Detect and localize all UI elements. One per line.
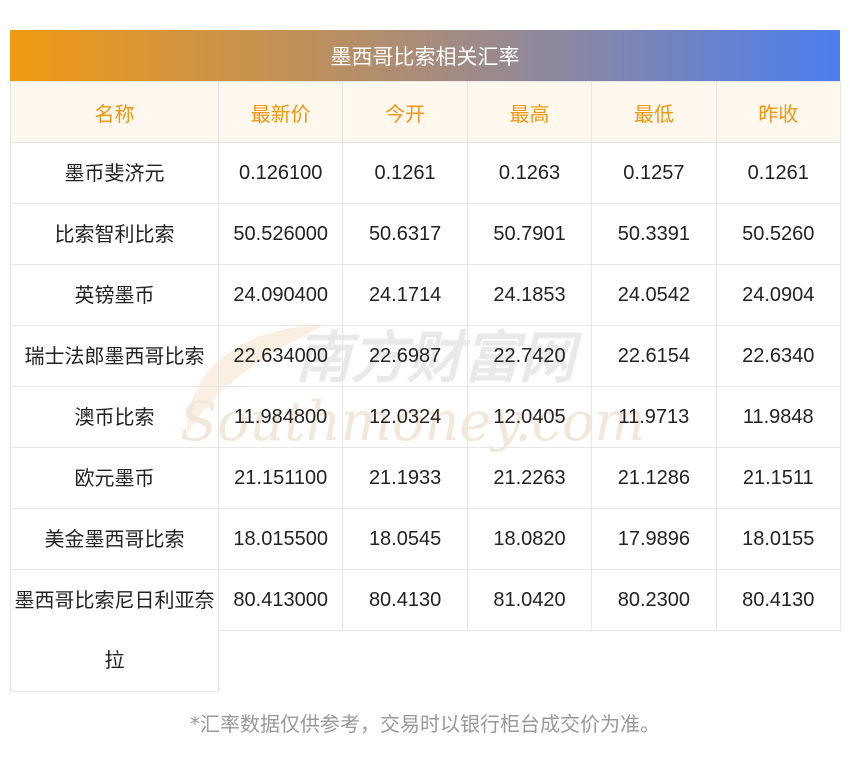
low-price: 21.1286 [591, 447, 717, 509]
disclaimer-note: *汇率数据仅供参考，交易时以银行柜台成交价为准。 [190, 712, 660, 736]
prev-close: 18.0155 [715, 508, 841, 570]
col-header-latest: 最新价 [217, 81, 344, 143]
col-header-name: 名称 [10, 81, 219, 143]
open-price: 50.6317 [342, 203, 468, 265]
latest-price: 21.151100 [217, 447, 344, 509]
currency-name: 瑞士法郎墨西哥比索 [10, 325, 219, 387]
table-row: 比索智利比索 50.526000 50.6317 50.7901 50.3391… [10, 203, 841, 265]
latest-price: 0.126100 [217, 142, 344, 204]
currency-name: 欧元墨币 [10, 447, 219, 509]
low-price: 11.9713 [591, 386, 717, 448]
high-price: 0.1263 [466, 142, 593, 204]
table-title-banner: 墨西哥比索相关汇率 [10, 30, 840, 81]
header-row: 名称 最新价 今开 最高 最低 昨收 [10, 81, 841, 143]
col-header-prev-close: 昨收 [715, 81, 841, 143]
table-row: 墨币斐济元 0.126100 0.1261 0.1263 0.1257 0.12… [10, 142, 841, 204]
col-header-open: 今开 [342, 81, 468, 143]
col-header-low: 最低 [591, 81, 717, 143]
prev-close: 24.0904 [715, 264, 841, 326]
prev-close: 80.4130 [715, 569, 841, 631]
currency-name: 比索智利比索 [10, 203, 219, 265]
table-row: 美金墨西哥比索 18.015500 18.0545 18.0820 17.989… [10, 508, 841, 570]
open-price: 0.1261 [342, 142, 468, 204]
high-price: 50.7901 [466, 203, 593, 265]
open-price: 24.1714 [342, 264, 468, 326]
latest-price: 24.090400 [217, 264, 344, 326]
high-price: 22.7420 [466, 325, 593, 387]
currency-name: 墨西哥比索尼日利亚奈拉 [10, 569, 219, 692]
currency-name: 英镑墨币 [10, 264, 219, 326]
prev-close: 11.9848 [715, 386, 841, 448]
table-title: 墨西哥比索相关汇率 [330, 44, 520, 69]
col-header-high: 最高 [466, 81, 593, 143]
low-price: 24.0542 [591, 264, 717, 326]
high-price: 18.0820 [466, 508, 593, 570]
prev-close: 0.1261 [715, 142, 841, 204]
low-price: 0.1257 [591, 142, 717, 204]
currency-name: 澳币比索 [10, 386, 219, 448]
low-price: 50.3391 [591, 203, 717, 265]
open-price: 21.1933 [342, 447, 468, 509]
latest-price: 80.413000 [217, 569, 344, 631]
low-price: 22.6154 [591, 325, 717, 387]
low-price: 17.9896 [591, 508, 717, 570]
latest-price: 50.526000 [217, 203, 344, 265]
open-price: 80.4130 [342, 569, 468, 631]
open-price: 18.0545 [342, 508, 468, 570]
table-row: 墨西哥比索尼日利亚奈拉 80.413000 80.4130 81.0420 80… [10, 569, 841, 692]
high-price: 81.0420 [466, 569, 593, 631]
open-price: 22.6987 [342, 325, 468, 387]
currency-name: 墨币斐济元 [10, 142, 219, 204]
table-row: 澳币比索 11.984800 12.0324 12.0405 11.9713 1… [10, 386, 841, 448]
high-price: 12.0405 [466, 386, 593, 448]
latest-price: 18.015500 [217, 508, 344, 570]
table-row: 欧元墨币 21.151100 21.1933 21.2263 21.1286 2… [10, 447, 841, 509]
empty-cell [218, 630, 841, 691]
exchange-rate-table: 名称 最新价 今开 最高 最低 昨收 墨币斐济元 0.126100 0.1261… [10, 81, 841, 692]
prev-close: 22.6340 [715, 325, 841, 387]
latest-price: 11.984800 [217, 386, 344, 448]
currency-name: 美金墨西哥比索 [10, 508, 219, 570]
prev-close: 21.1511 [715, 447, 841, 509]
high-price: 21.2263 [466, 447, 593, 509]
low-price: 80.2300 [591, 569, 717, 631]
table-row: 英镑墨币 24.090400 24.1714 24.1853 24.0542 2… [10, 264, 841, 326]
high-price: 24.1853 [466, 264, 593, 326]
latest-price: 22.634000 [217, 325, 344, 387]
prev-close: 50.5260 [715, 203, 841, 265]
table-row: 瑞士法郎墨西哥比索 22.634000 22.6987 22.7420 22.6… [10, 325, 841, 387]
open-price: 12.0324 [342, 386, 468, 448]
